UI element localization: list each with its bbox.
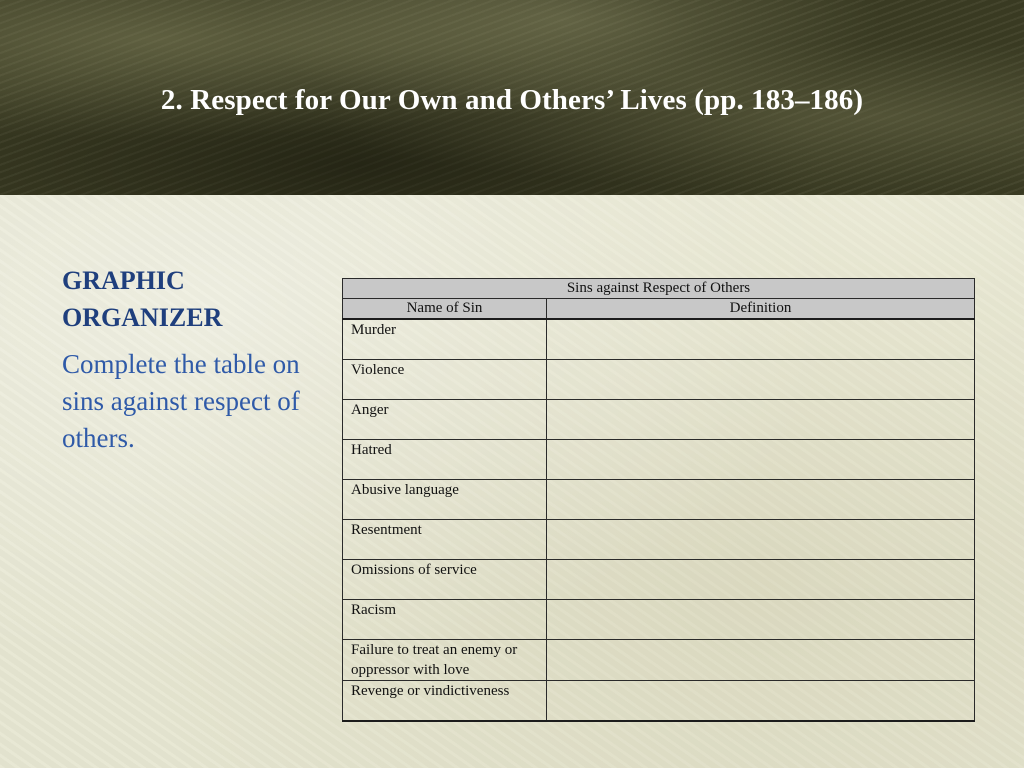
definition-cell[interactable] bbox=[546, 639, 975, 681]
definition-cell[interactable] bbox=[546, 359, 975, 400]
definition-cell[interactable] bbox=[546, 519, 975, 560]
sin-name-cell: Abusive language bbox=[342, 479, 547, 520]
sin-name-cell: Hatred bbox=[342, 439, 547, 480]
definition-cell[interactable] bbox=[546, 318, 975, 360]
sin-name-cell: Resentment bbox=[342, 519, 547, 560]
sin-name-cell: Omissions of service bbox=[342, 559, 547, 600]
definition-cell[interactable] bbox=[546, 399, 975, 440]
table-row: Murder bbox=[342, 318, 975, 360]
heading-line-1: GRAPHIC bbox=[62, 266, 185, 295]
table-header-row: Name of Sin Definition bbox=[342, 298, 975, 320]
sin-name-cell: Murder bbox=[342, 318, 547, 360]
table-row: Violence bbox=[342, 359, 975, 400]
table-row: Failure to treat an enemy or oppressor w… bbox=[342, 639, 975, 681]
table-caption: Sins against Respect of Others bbox=[342, 278, 975, 299]
table-row: Hatred bbox=[342, 439, 975, 480]
table-row: Omissions of service bbox=[342, 559, 975, 600]
sin-name-cell: Anger bbox=[342, 399, 547, 440]
sin-name-cell: Failure to treat an enemy or oppressor w… bbox=[342, 639, 547, 681]
column-header-name-of-sin: Name of Sin bbox=[342, 298, 547, 320]
graphic-organizer-heading: GRAPHIC ORGANIZER bbox=[62, 262, 312, 336]
table-row: Racism bbox=[342, 599, 975, 640]
definition-cell[interactable] bbox=[546, 479, 975, 520]
table-row: Revenge or vindictiveness bbox=[342, 680, 975, 722]
definition-cell[interactable] bbox=[546, 599, 975, 640]
slide-title: 2. Respect for Our Own and Others’ Lives… bbox=[160, 84, 864, 116]
table-row: Resentment bbox=[342, 519, 975, 560]
table-row: Abusive language bbox=[342, 479, 975, 520]
table-title-row: Sins against Respect of Others bbox=[342, 278, 975, 299]
sin-name-cell: Revenge or vindictiveness bbox=[342, 680, 547, 722]
column-header-definition: Definition bbox=[546, 298, 975, 320]
sins-table: Sins against Respect of Others Name of S… bbox=[342, 278, 975, 722]
heading-line-2: ORGANIZER bbox=[62, 303, 223, 332]
definition-cell[interactable] bbox=[546, 439, 975, 480]
table-row: Anger bbox=[342, 399, 975, 440]
definition-cell[interactable] bbox=[546, 559, 975, 600]
definition-cell[interactable] bbox=[546, 680, 975, 722]
instruction-text: Complete the table on sins against respe… bbox=[62, 349, 300, 453]
sin-name-cell: Violence bbox=[342, 359, 547, 400]
sin-name-cell: Racism bbox=[342, 599, 547, 640]
